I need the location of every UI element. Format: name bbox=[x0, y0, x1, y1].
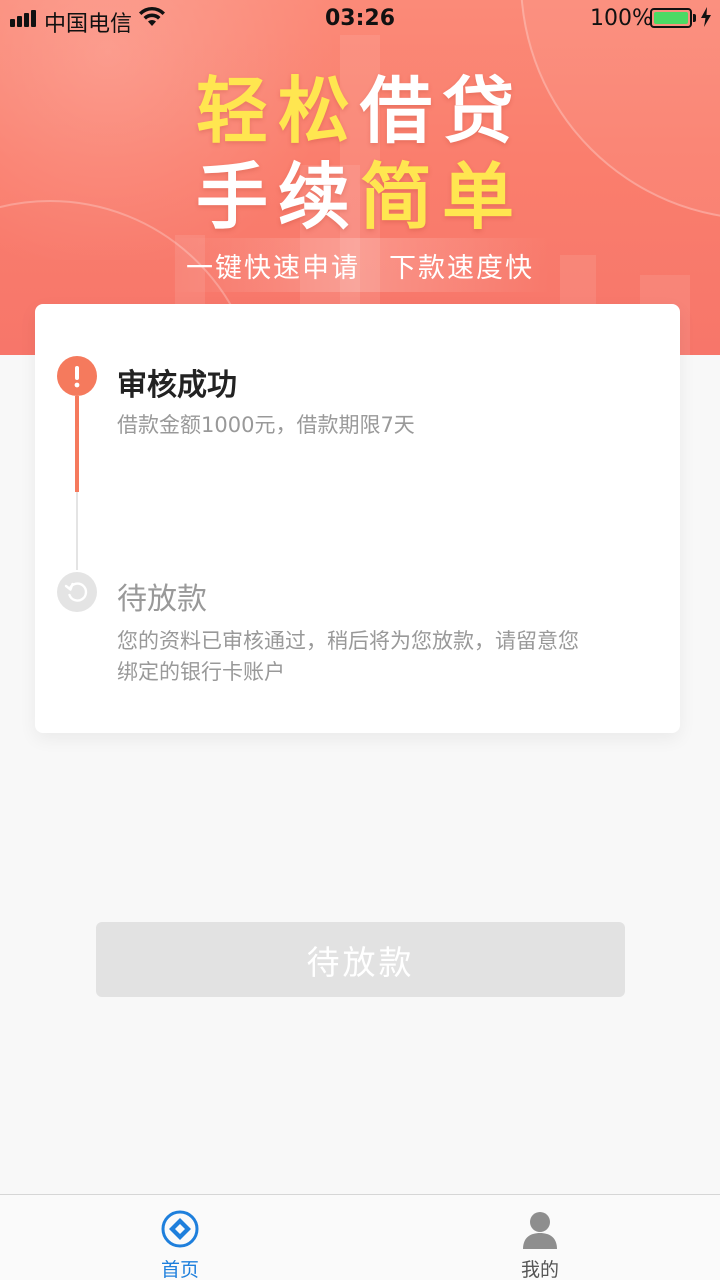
tagline-left: 一键快速申请 bbox=[186, 252, 360, 284]
user-icon bbox=[523, 1212, 557, 1249]
loan-status-card: 审核成功 借款金额1000元，借款期限7天 待放款 您的资料已审核通过，稍后将为… bbox=[35, 304, 680, 733]
progress-line-pending bbox=[76, 492, 78, 570]
banner-headline-line2: 手续简单 bbox=[195, 155, 525, 239]
battery-percent: 100% bbox=[590, 6, 653, 31]
refresh-icon bbox=[57, 572, 97, 612]
tab-bar: 首页 我的 bbox=[0, 1194, 720, 1280]
home-diamond-icon bbox=[161, 1210, 199, 1248]
tab-mine[interactable]: 我的 bbox=[360, 1195, 720, 1280]
exclamation-icon bbox=[57, 356, 97, 396]
promo-banner: 轻松借贷 手续简单 一键快速申请 下款速度快 bbox=[0, 0, 720, 355]
banner-tagline: 一键快速申请 下款速度快 bbox=[170, 238, 550, 292]
progress-line-done bbox=[75, 396, 79, 492]
tab-home[interactable]: 首页 bbox=[0, 1195, 360, 1280]
step-title-pending: 待放款 bbox=[117, 582, 207, 617]
tagline-right: 下款速度快 bbox=[389, 252, 534, 284]
step-title-approved: 审核成功 bbox=[117, 368, 237, 403]
status-bar: 中国电信 03:26 100% bbox=[0, 0, 720, 40]
step-description-approved: 借款金额1000元，借款期限7天 bbox=[117, 413, 415, 437]
charging-icon bbox=[701, 7, 711, 27]
app-screen: 轻松借贷 手续简单 一键快速申请 下款速度快 中国电信 03:26 100% 审… bbox=[0, 0, 720, 1280]
step-description-pending: 您的资料已审核通过，稍后将为您放款，请留意您绑定的银行卡账户 bbox=[117, 629, 579, 684]
tab-label-home: 首页 bbox=[160, 1259, 199, 1280]
battery-icon bbox=[650, 8, 692, 28]
tab-label-mine: 我的 bbox=[520, 1259, 559, 1280]
pending-disbursement-button[interactable]: 待放款 bbox=[96, 922, 625, 997]
